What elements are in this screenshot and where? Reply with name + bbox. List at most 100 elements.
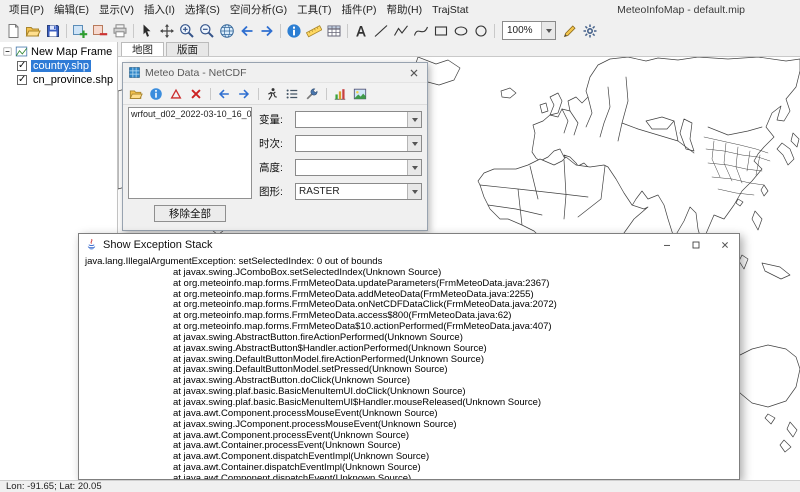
draw-icon[interactable]	[167, 85, 185, 103]
close-icon[interactable]	[406, 65, 422, 81]
settings-icon[interactable]	[580, 21, 600, 41]
identify-icon[interactable]	[284, 21, 304, 41]
data-file-list[interactable]: wrfout_d02_2022-03-10_16_00_00	[128, 107, 252, 199]
toolbar-separator	[344, 21, 351, 41]
circle-icon[interactable]	[471, 21, 491, 41]
layer-label: country.shp	[31, 60, 91, 72]
close-icon[interactable]	[710, 234, 739, 255]
chart-icon[interactable]	[331, 85, 349, 103]
zoom-in-icon[interactable]	[177, 21, 197, 41]
tab-layout[interactable]: 版面	[166, 42, 209, 56]
layer-item-cn-province[interactable]: cn_province.shp	[0, 73, 117, 87]
layer-visibility-checkbox[interactable]	[17, 75, 27, 85]
main-toolbar: 100%	[0, 19, 800, 43]
layer-item-country[interactable]: country.shp	[0, 59, 117, 73]
zoom-level-combo[interactable]: 100%	[502, 21, 556, 40]
meteo-dialog-toolbar	[123, 83, 427, 105]
minimize-icon[interactable]	[652, 234, 681, 255]
parameter-label: 时次:	[259, 136, 295, 151]
parameter-label: 变量:	[259, 112, 295, 127]
java-icon	[85, 238, 98, 251]
coordinate-readout: Lon: -91.65; Lat: 20.05	[6, 481, 102, 492]
measure-icon[interactable]	[304, 21, 324, 41]
menu-selection[interactable]: 选择(S)	[180, 0, 225, 19]
attribute-table-icon[interactable]	[324, 21, 344, 41]
edit-pencil-icon[interactable]	[560, 21, 580, 41]
tab-map[interactable]: 地图	[121, 42, 164, 56]
line-icon[interactable]	[371, 21, 391, 41]
add-layer-icon[interactable]	[70, 21, 90, 41]
open-icon[interactable]	[23, 21, 43, 41]
layer-visibility-checkbox[interactable]	[17, 61, 27, 71]
full-extent-icon[interactable]	[217, 21, 237, 41]
stack-trace-line: at java.awt.Component.dispatchEvent(Unkn…	[85, 474, 733, 479]
menu-items: 项目(P) 编辑(E) 显示(V) 插入(I) 选择(S) 空间分析(G) 工具…	[4, 0, 473, 19]
toolbar-group-left	[3, 21, 498, 41]
graphic-combo[interactable]: RASTER	[295, 183, 422, 200]
curve-icon[interactable]	[411, 21, 431, 41]
exception-dialog-title: Show Exception Stack	[103, 239, 212, 251]
meteo-dialog-body: wrfout_d02_2022-03-10_16_00_00 移除全部 变量: …	[123, 104, 427, 230]
chevron-down-icon	[407, 112, 421, 127]
image-icon[interactable]	[351, 85, 369, 103]
prev-view-icon[interactable]	[237, 21, 257, 41]
menu-trajstat[interactable]: TrajStat	[427, 0, 473, 19]
save-icon[interactable]	[43, 21, 63, 41]
menu-insert[interactable]: 插入(I)	[139, 0, 180, 19]
chevron-down-icon	[407, 184, 421, 199]
remove-all-button[interactable]: 移除全部	[154, 205, 226, 222]
menu-plugins[interactable]: 插件(P)	[337, 0, 382, 19]
toolbar-group-right	[560, 21, 600, 41]
toolbar-separator	[207, 85, 213, 103]
polyline-icon[interactable]	[391, 21, 411, 41]
map-frame-node[interactable]: New Map Frame	[0, 42, 117, 59]
combo-value: RASTER	[296, 186, 407, 197]
menu-bar: 项目(P) 编辑(E) 显示(V) 插入(I) 选择(S) 空间分析(G) 工具…	[0, 0, 800, 20]
tools-icon[interactable]	[303, 85, 321, 103]
menu-tools[interactable]: 工具(T)	[292, 0, 336, 19]
meteoinfomap-window: 项目(P) 编辑(E) 显示(V) 插入(I) 选择(S) 空间分析(G) 工具…	[0, 0, 800, 492]
parameter-label: 高度:	[259, 160, 295, 175]
info-icon[interactable]	[147, 85, 165, 103]
map-frame-label: New Map Frame	[31, 46, 112, 58]
remove-layer-icon[interactable]	[90, 21, 110, 41]
toolbar-separator	[255, 85, 261, 103]
back-icon[interactable]	[215, 85, 233, 103]
time-combo[interactable]	[295, 135, 422, 152]
maximize-icon[interactable]	[681, 234, 710, 255]
select-icon[interactable]	[137, 21, 157, 41]
menu-edit[interactable]: 编辑(E)	[49, 0, 94, 19]
menu-view[interactable]: 显示(V)	[94, 0, 139, 19]
exception-dialog: Show Exception Stack java.lang.IllegalAr…	[78, 233, 740, 480]
ellipse-icon[interactable]	[451, 21, 471, 41]
label-icon[interactable]	[351, 21, 371, 41]
toolbar-separator	[130, 21, 137, 41]
variable-combo[interactable]	[295, 111, 422, 128]
rect-icon[interactable]	[431, 21, 451, 41]
next-view-icon[interactable]	[257, 21, 277, 41]
stack-trace-panel[interactable]: java.lang.IllegalArgumentException: setS…	[79, 255, 739, 479]
zoom-out-icon[interactable]	[197, 21, 217, 41]
pan-icon[interactable]	[157, 21, 177, 41]
new-icon[interactable]	[3, 21, 23, 41]
run-icon[interactable]	[263, 85, 281, 103]
toolbar-separator	[277, 21, 284, 41]
menu-help[interactable]: 帮助(H)	[382, 0, 428, 19]
view-tabs: 地图 版面	[118, 42, 800, 56]
meteo-dialog-titlebar[interactable]: Meteo Data - NetCDF	[123, 63, 427, 83]
toolbar-separator	[491, 21, 498, 41]
layer-list: country.shp cn_province.shp	[0, 59, 117, 87]
list-icon[interactable]	[283, 85, 301, 103]
collapse-icon[interactable]	[3, 47, 12, 56]
print-icon[interactable]	[110, 21, 130, 41]
exception-dialog-titlebar[interactable]: Show Exception Stack	[79, 234, 739, 256]
forward-icon[interactable]	[235, 85, 253, 103]
open-folder-icon[interactable]	[127, 85, 145, 103]
menu-geoprocessing[interactable]: 空间分析(G)	[225, 0, 292, 19]
status-bar: Lon: -91.65; Lat: 20.05	[0, 480, 800, 492]
delete-icon[interactable]	[187, 85, 205, 103]
level-combo[interactable]	[295, 159, 422, 176]
parameter-row: 变量:	[259, 110, 422, 128]
data-file-item[interactable]: wrfout_d02_2022-03-10_16_00_00	[129, 108, 251, 120]
menu-project[interactable]: 项目(P)	[4, 0, 49, 19]
